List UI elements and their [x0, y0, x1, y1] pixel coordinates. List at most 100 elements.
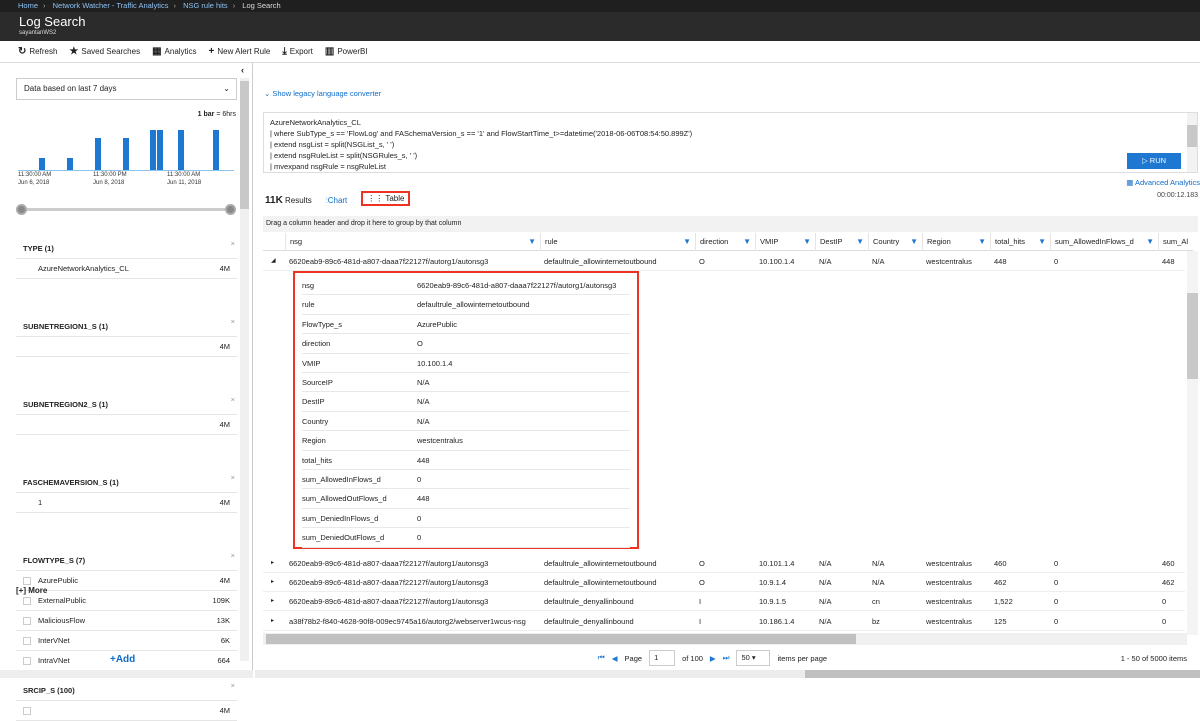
detail-value: O — [417, 339, 423, 349]
close-icon[interactable]: × — [231, 390, 235, 410]
refresh-button[interactable]: ↻ Refresh — [18, 46, 57, 57]
checkbox[interactable] — [23, 657, 31, 665]
breadcrumb-traffic-analytics[interactable]: Network Watcher - Traffic Analytics — [53, 1, 169, 10]
column-header-direction[interactable]: direction ▼ — [695, 233, 755, 251]
page-horizontal-scrollbar[interactable] — [255, 670, 1200, 678]
slider-start-handle[interactable] — [16, 204, 27, 215]
table-row[interactable]: ▸ 6620eab9-89c6-481d-a807-daaa7f22127f/au… — [263, 573, 1185, 592]
expand-row-icon[interactable]: ▸ — [267, 592, 274, 611]
filter-icon[interactable]: ▼ — [978, 233, 986, 251]
facet-row[interactable]: ExternalPublic 109K — [16, 591, 237, 611]
filter-icon[interactable]: ▼ — [1038, 233, 1046, 251]
close-icon[interactable]: × — [231, 234, 235, 254]
run-button[interactable]: ▷ RUN — [1127, 153, 1181, 169]
checkbox[interactable] — [23, 597, 31, 605]
collapse-icon[interactable]: ‹ — [241, 65, 244, 75]
facet-row[interactable]: AzureNetworkAnalytics_CL 4M — [16, 259, 237, 279]
query-scrollbar[interactable] — [1187, 113, 1197, 172]
checkbox[interactable] — [23, 707, 31, 715]
close-icon[interactable]: × — [231, 676, 235, 696]
detail-value: 6620eab9-89c6-481d-a807-daaa7f22127f/aut… — [417, 281, 617, 290]
time-slider[interactable] — [16, 204, 236, 215]
histogram-bar[interactable] — [38, 158, 45, 170]
next-page-icon[interactable]: ▶ — [710, 654, 716, 663]
page-input[interactable]: 1 — [649, 650, 676, 666]
histogram-bar[interactable] — [157, 130, 164, 170]
histogram-bar[interactable] — [122, 138, 129, 170]
table-horizontal-scrollbar[interactable] — [263, 633, 1187, 645]
add-facet-button[interactable]: +Add — [110, 654, 135, 665]
saved-searches-button[interactable]: ★ Saved Searches — [69, 46, 140, 57]
breadcrumb-nsg-rule-hits[interactable]: NSG rule hits — [183, 1, 228, 10]
filter-icon[interactable]: ▼ — [528, 233, 536, 251]
cell-destip: N/A — [819, 597, 832, 606]
column-header-rule[interactable]: rule ▼ — [540, 233, 695, 251]
expand-row-icon[interactable]: ▸ — [267, 612, 274, 631]
collapse-row-icon[interactable]: ◢ — [267, 252, 276, 271]
column-header-country[interactable]: Country ▼ — [868, 233, 922, 251]
filter-icon[interactable]: ▼ — [1146, 233, 1154, 251]
checkbox[interactable] — [23, 617, 31, 625]
breadcrumb-home[interactable]: Home — [18, 1, 38, 10]
group-by-drop-zone[interactable]: Drag a column header and drop it here to… — [263, 216, 1198, 232]
prev-page-icon[interactable]: ◀ — [612, 654, 618, 663]
histogram-bar[interactable] — [150, 130, 157, 170]
advanced-analytics-link[interactable]: ▦ Advanced Analytics — [1126, 178, 1200, 187]
close-icon[interactable]: × — [231, 546, 235, 566]
tab-table[interactable]: ⋮⋮ Table — [361, 191, 411, 206]
powerbi-button[interactable]: ▥ PowerBI — [325, 46, 368, 57]
facet-value: AzurePublic — [38, 576, 79, 585]
toolbar-label: PowerBI — [337, 47, 368, 56]
column-header-vmip[interactable]: VMIP ▼ — [755, 233, 815, 251]
table-row[interactable]: ▸ a38f78b2-f840-4628-90f8-009ec9745a16/au… — [263, 612, 1185, 631]
time-range-dropdown[interactable]: Data based on last 7 days ⌄ — [16, 78, 237, 100]
close-icon[interactable]: × — [231, 468, 235, 488]
legacy-converter-toggle[interactable]: ⌄ Show legacy language converter — [264, 89, 381, 98]
column-header-sum_al[interactable]: sum_Al — [1158, 233, 1198, 251]
facet-row[interactable]: 4M — [16, 337, 237, 357]
facet-row[interactable]: AzurePublic 4M — [16, 571, 237, 591]
filter-icon[interactable]: ▼ — [803, 233, 811, 251]
analytics-button[interactable]: ▦ Analytics — [152, 46, 196, 57]
expand-row-icon[interactable]: ▸ — [267, 554, 274, 573]
histogram-bar[interactable] — [94, 138, 101, 170]
first-page-icon[interactable]: ⏮ — [598, 653, 605, 663]
filter-icon[interactable]: ▼ — [856, 233, 864, 251]
table-row[interactable]: ▸ 6620eab9-89c6-481d-a807-daaa7f22127f/au… — [263, 554, 1185, 573]
new-alert-rule-button[interactable]: + New Alert Rule — [209, 46, 271, 57]
table-row[interactable]: ▸ 6620eab9-89c6-481d-a807-daaa7f22127f/au… — [263, 592, 1185, 611]
histogram-bar[interactable] — [178, 130, 185, 170]
table-vertical-scrollbar[interactable] — [1187, 251, 1198, 635]
slider-end-handle[interactable] — [225, 204, 236, 215]
facet-row[interactable]: MaliciousFlow 13K — [16, 611, 237, 631]
facet-row[interactable]: 1 4M — [16, 493, 237, 513]
column-header-destip[interactable]: DestIP ▼ — [815, 233, 868, 251]
more-link[interactable]: [+] More — [16, 586, 47, 595]
histogram-bar[interactable] — [213, 130, 220, 170]
column-header-total_hits[interactable]: total_hits ▼ — [990, 233, 1050, 251]
filter-icon[interactable]: ▼ — [683, 233, 691, 251]
time-range-value: Data based on last 7 days — [24, 84, 117, 93]
facet-row[interactable]: 4M — [16, 415, 237, 435]
filter-icon[interactable]: ▼ — [910, 233, 918, 251]
column-header-region[interactable]: Region ▼ — [922, 233, 990, 251]
facet-row[interactable]: 4M — [16, 701, 237, 721]
last-page-icon[interactable]: ⏭ — [723, 653, 730, 663]
expand-row-icon[interactable]: ▸ — [267, 573, 274, 592]
tab-chart[interactable]: ⫶Chart — [326, 196, 348, 206]
page-size-select[interactable]: 50 ▾ — [736, 650, 771, 666]
histogram-bar[interactable] — [66, 158, 73, 170]
filter-icon[interactable]: ▼ — [743, 233, 751, 251]
facet-row[interactable]: InterVNet 6K — [16, 631, 237, 651]
close-icon[interactable]: × — [231, 312, 235, 332]
sidebar-horizontal-scrollbar[interactable] — [0, 670, 253, 678]
column-header-sum_allowedinflows_d[interactable]: sum_AllowedInFlows_d ▼ — [1050, 233, 1158, 251]
sidebar-scrollbar[interactable] — [240, 78, 249, 661]
checkbox[interactable] — [23, 577, 31, 585]
table-row[interactable]: ◢ 6620eab9-89c6-481d-a807-daaa7f22127f/au… — [263, 252, 1185, 271]
detail-row: sum_DeniedOutFlows_d 0 — [302, 528, 630, 548]
checkbox[interactable] — [23, 637, 31, 645]
export-button[interactable]: ⤓ Export — [282, 46, 313, 57]
query-editor[interactable]: AzureNetworkAnalytics_CL | where SubType… — [263, 112, 1198, 173]
column-header-nsg[interactable]: nsg ▼ — [285, 233, 540, 251]
